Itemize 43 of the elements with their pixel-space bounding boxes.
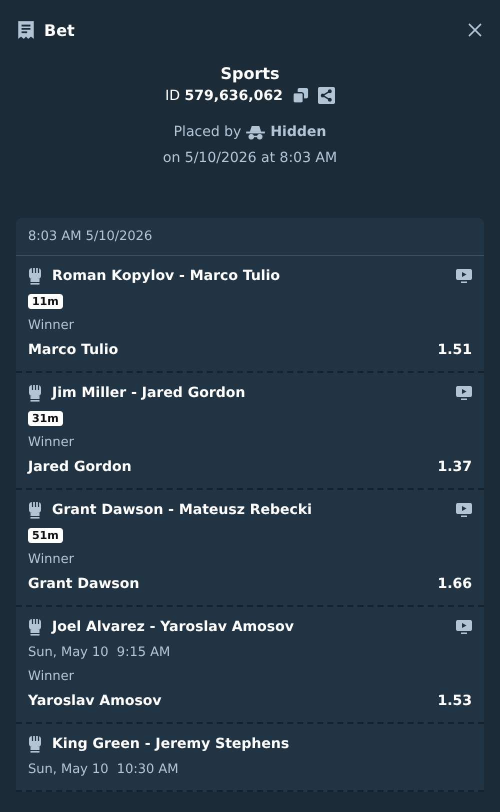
event-name: Grant Dawson - Mateusz Rebecki	[52, 502, 313, 518]
event-name: Jim Miller - Jared Gordon	[52, 385, 246, 401]
odds-value: 1.37	[437, 459, 472, 475]
start-time: Sun, May 10 9:15 AM	[28, 645, 172, 660]
event-name: Joel Alvarez - Yaroslav Amosov	[52, 619, 295, 635]
market-name: Winner	[28, 552, 76, 567]
fist-icon	[28, 618, 42, 636]
modal-title: Bet	[44, 20, 75, 40]
placed-by-user: Hidden	[270, 124, 326, 140]
market-name: Winner	[28, 435, 76, 450]
copy-icon[interactable]	[292, 87, 309, 104]
incognito-icon	[246, 124, 266, 140]
market-name: Winner	[28, 669, 76, 684]
selection-name: Yaroslav Amosov	[28, 693, 162, 709]
odds-value: 1.66	[437, 576, 472, 592]
placed-date: on 5/10/2026 at 8:03 AM	[162, 150, 338, 166]
market-name: Winner	[28, 318, 76, 333]
fist-icon	[28, 384, 42, 402]
share-icon[interactable]	[318, 87, 335, 104]
tv-icon[interactable]	[456, 386, 472, 400]
fist-icon	[28, 501, 42, 519]
bet-id: ID 579,636,062	[165, 88, 283, 104]
selection-name: Jared Gordon	[28, 459, 132, 475]
tv-icon[interactable]	[456, 502, 472, 518]
placed-by-label: Placed by	[174, 124, 242, 140]
fist-icon	[28, 267, 42, 285]
bet-timestamp: 8:03 AM 5/10/2026	[16, 218, 484, 256]
tv-icon[interactable]	[456, 268, 472, 284]
odds-value: 1.53	[437, 693, 472, 709]
event-name: King Green - Jeremy Stephens	[52, 736, 290, 752]
receipt-icon	[17, 20, 35, 40]
event-name: Roman Kopylov - Marco Tulio	[52, 268, 282, 284]
bet-category: Sports	[220, 64, 280, 83]
live-time-badge: 51m	[28, 528, 63, 543]
live-time-badge: 11m	[28, 294, 63, 309]
close-icon[interactable]	[468, 23, 482, 37]
selection-name: Grant Dawson	[28, 576, 140, 592]
start-time: Sun, May 10 10:30 AM	[28, 762, 180, 777]
tv-icon[interactable]	[456, 620, 472, 634]
live-time-badge: 31m	[28, 411, 63, 426]
fist-icon	[28, 735, 42, 753]
odds-value: 1.51	[437, 342, 472, 358]
selection-name: Marco Tulio	[28, 342, 118, 358]
